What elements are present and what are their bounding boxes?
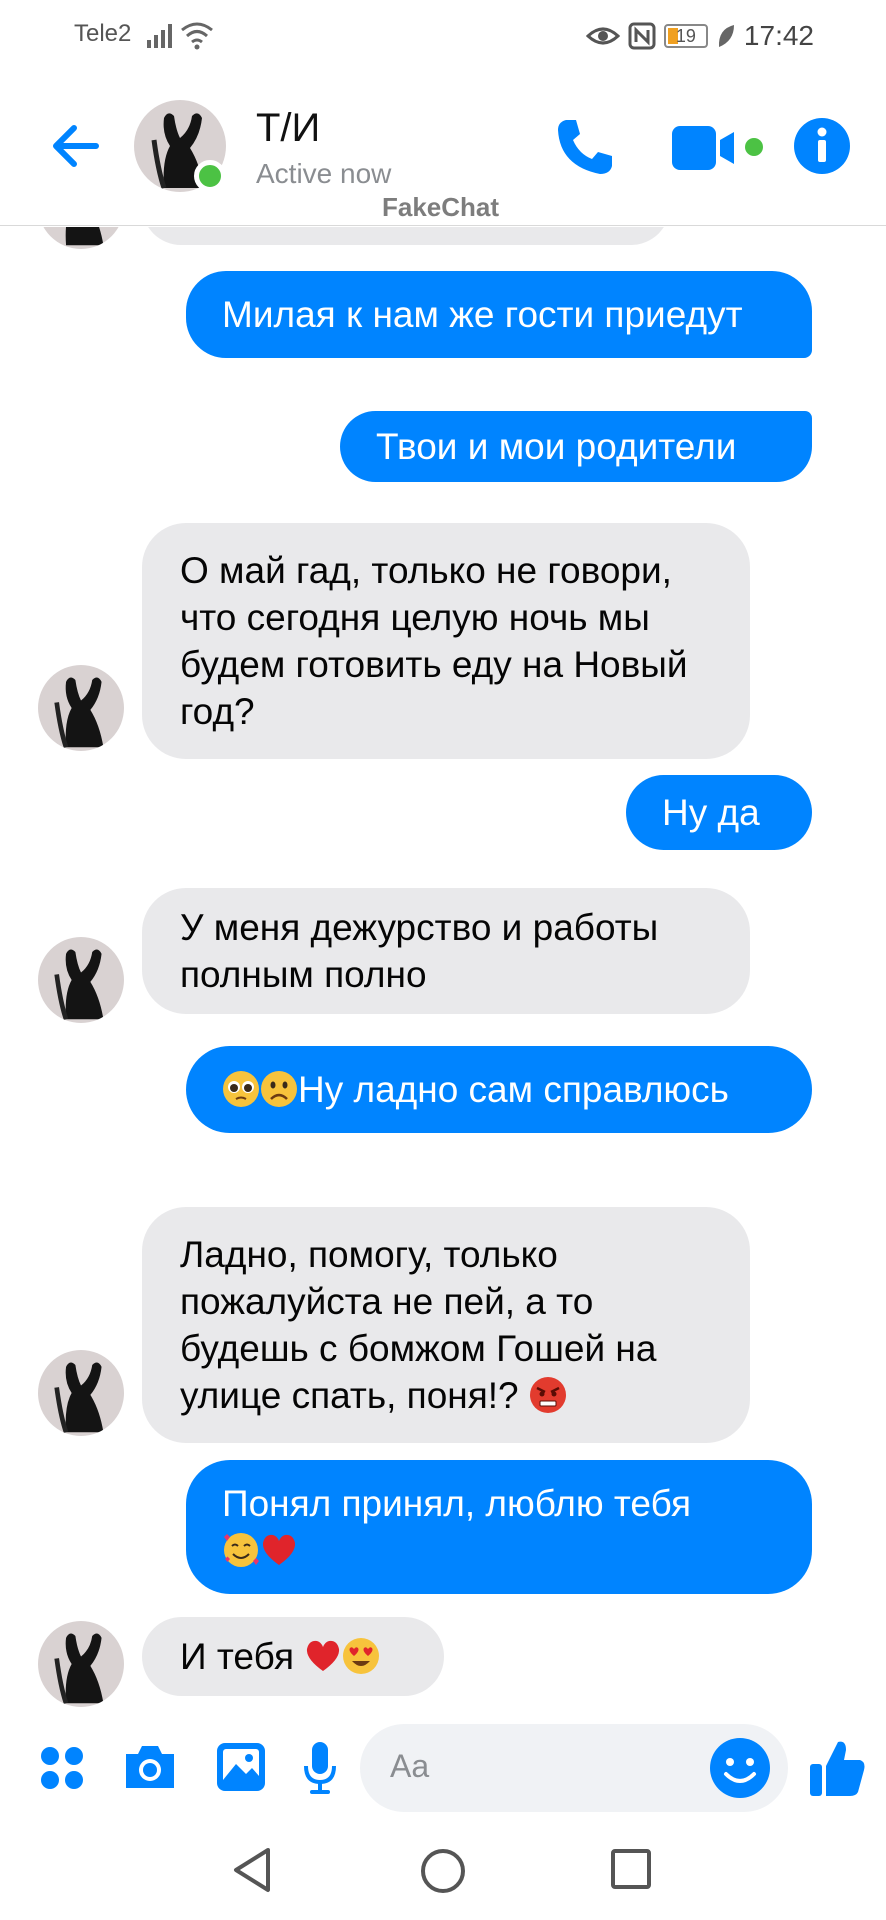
leaf-icon (718, 25, 734, 47)
message-bubble-incoming[interactable]: И тебя (142, 1617, 444, 1696)
pleading-face-emoji (223, 1071, 259, 1107)
contact-avatar-small (38, 1350, 124, 1436)
contact-avatar-small (38, 1621, 124, 1707)
emoji-smile-icon[interactable] (708, 1736, 772, 1800)
message-text: Ну да (662, 792, 760, 833)
video-camera-icon[interactable] (668, 120, 772, 176)
battery-level: 19 (675, 26, 696, 46)
red-heart-emoji (307, 1640, 340, 1671)
message-text: Ну ладно сам справлюсь (298, 1069, 729, 1110)
message-text: Понял принял, люблю тебя (222, 1483, 692, 1524)
message-bubble-outgoing[interactable]: Ну да (626, 775, 812, 850)
status-bar: Tele2 19 17:42 (0, 0, 886, 70)
message-bubble-outgoing[interactable]: Милая к нам же гости приедут (186, 271, 812, 358)
message-text: Ладно, помогу, только пожалуйста не пей,… (180, 1234, 657, 1416)
online-indicator (194, 160, 226, 192)
info-icon[interactable] (792, 116, 852, 176)
status-time: 17:42 (743, 20, 814, 51)
phone-icon[interactable] (552, 114, 618, 180)
gallery-icon[interactable] (214, 1740, 268, 1794)
contact-avatar-small (38, 665, 124, 751)
frowning-face-emoji (261, 1071, 297, 1107)
message-input[interactable]: Aa (360, 1724, 788, 1812)
smiling-face-with-hearts-emoji (224, 1533, 259, 1567)
status-right: 19 17:42 (585, 16, 814, 56)
message-text: И тебя (180, 1636, 294, 1677)
signal-icon (147, 24, 172, 48)
message-input-placeholder: Aa (390, 1748, 430, 1784)
chat-header: Т/И Active now FakeChat (0, 80, 886, 226)
microphone-icon[interactable] (300, 1738, 340, 1798)
contact-avatar-small (38, 937, 124, 1023)
message-bubble-incoming[interactable]: У меня дежурство и работы полным полно (142, 888, 750, 1014)
contact-status: Active now (256, 158, 392, 189)
message-text: У меня дежурство и работы полным полно (180, 907, 659, 995)
recents-nav-icon[interactable] (610, 1848, 652, 1890)
back-nav-icon[interactable] (230, 1846, 274, 1894)
back-arrow-icon[interactable] (46, 116, 106, 176)
wifi-icon (181, 22, 213, 50)
message-bubble-outgoing[interactable]: Твои и мои родители (340, 411, 812, 482)
message-text: О май гад, только не говори, что сегодня… (180, 550, 688, 732)
system-navigation-bar (0, 1820, 886, 1920)
watermark: FakeChat (382, 192, 500, 222)
camera-icon[interactable] (122, 1742, 178, 1792)
message-text: Твои и мои родители (376, 426, 737, 467)
contact-name[interactable]: Т/И (256, 106, 320, 151)
home-nav-icon[interactable] (420, 1848, 466, 1894)
message-bubble-outgoing[interactable]: Понял принял, люблю тебя (186, 1460, 812, 1594)
carrier-name: Tele2 (74, 20, 132, 47)
apps-grid-icon[interactable] (38, 1744, 86, 1792)
message-bubble-incoming-partial (142, 227, 670, 245)
heart-eyes-face-emoji (343, 1638, 380, 1674)
angry-face-emoji (529, 1377, 566, 1413)
message-bubble-incoming[interactable]: Ладно, помогу, только пожалуйста не пей,… (142, 1207, 750, 1443)
battery-icon: 19 (663, 24, 708, 48)
nfc-icon (628, 22, 656, 50)
message-thread[interactable]: Милая к нам же гости приедут Твои и мои … (0, 227, 886, 1707)
message-bubble-outgoing[interactable]: Ну ладно сам справлюсь (186, 1046, 812, 1133)
message-text: Милая к нам же гости приедут (222, 294, 743, 335)
contact-avatar-small (38, 227, 124, 249)
thumbs-up-icon[interactable] (806, 1736, 868, 1800)
eye-icon (585, 27, 620, 45)
red-heart-emoji (262, 1534, 296, 1565)
message-bubble-incoming[interactable]: О май гад, только не говори, что сегодня… (142, 523, 750, 759)
message-composer: Aa (0, 1718, 886, 1818)
